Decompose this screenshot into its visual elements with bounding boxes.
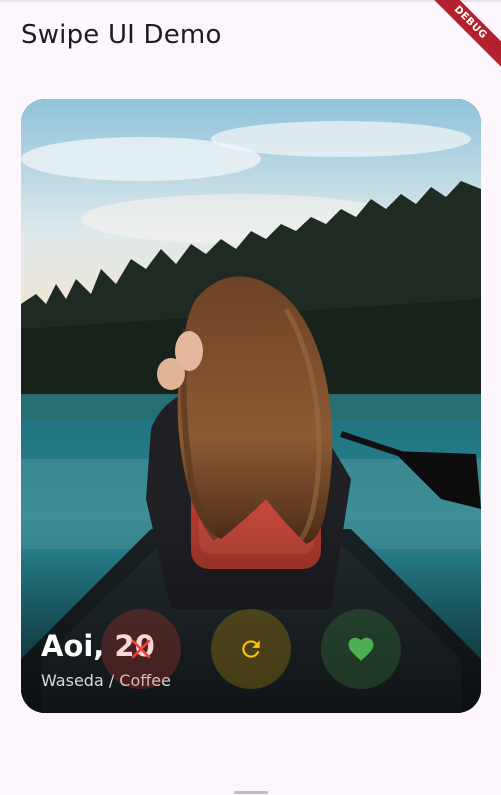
app-bar-title: Swipe UI Demo (21, 20, 222, 50)
heart-icon (348, 637, 374, 661)
top-edge-divider (0, 0, 501, 2)
nope-button[interactable] (101, 609, 181, 689)
like-button[interactable] (321, 609, 401, 689)
refresh-icon (242, 640, 260, 658)
close-icon (131, 639, 151, 659)
undo-button[interactable] (211, 609, 291, 689)
home-indicator (234, 791, 268, 794)
profile-card[interactable]: Aoi, 20 Waseda / Coffee (21, 99, 481, 713)
debug-banner: DEBUG (417, 0, 501, 76)
